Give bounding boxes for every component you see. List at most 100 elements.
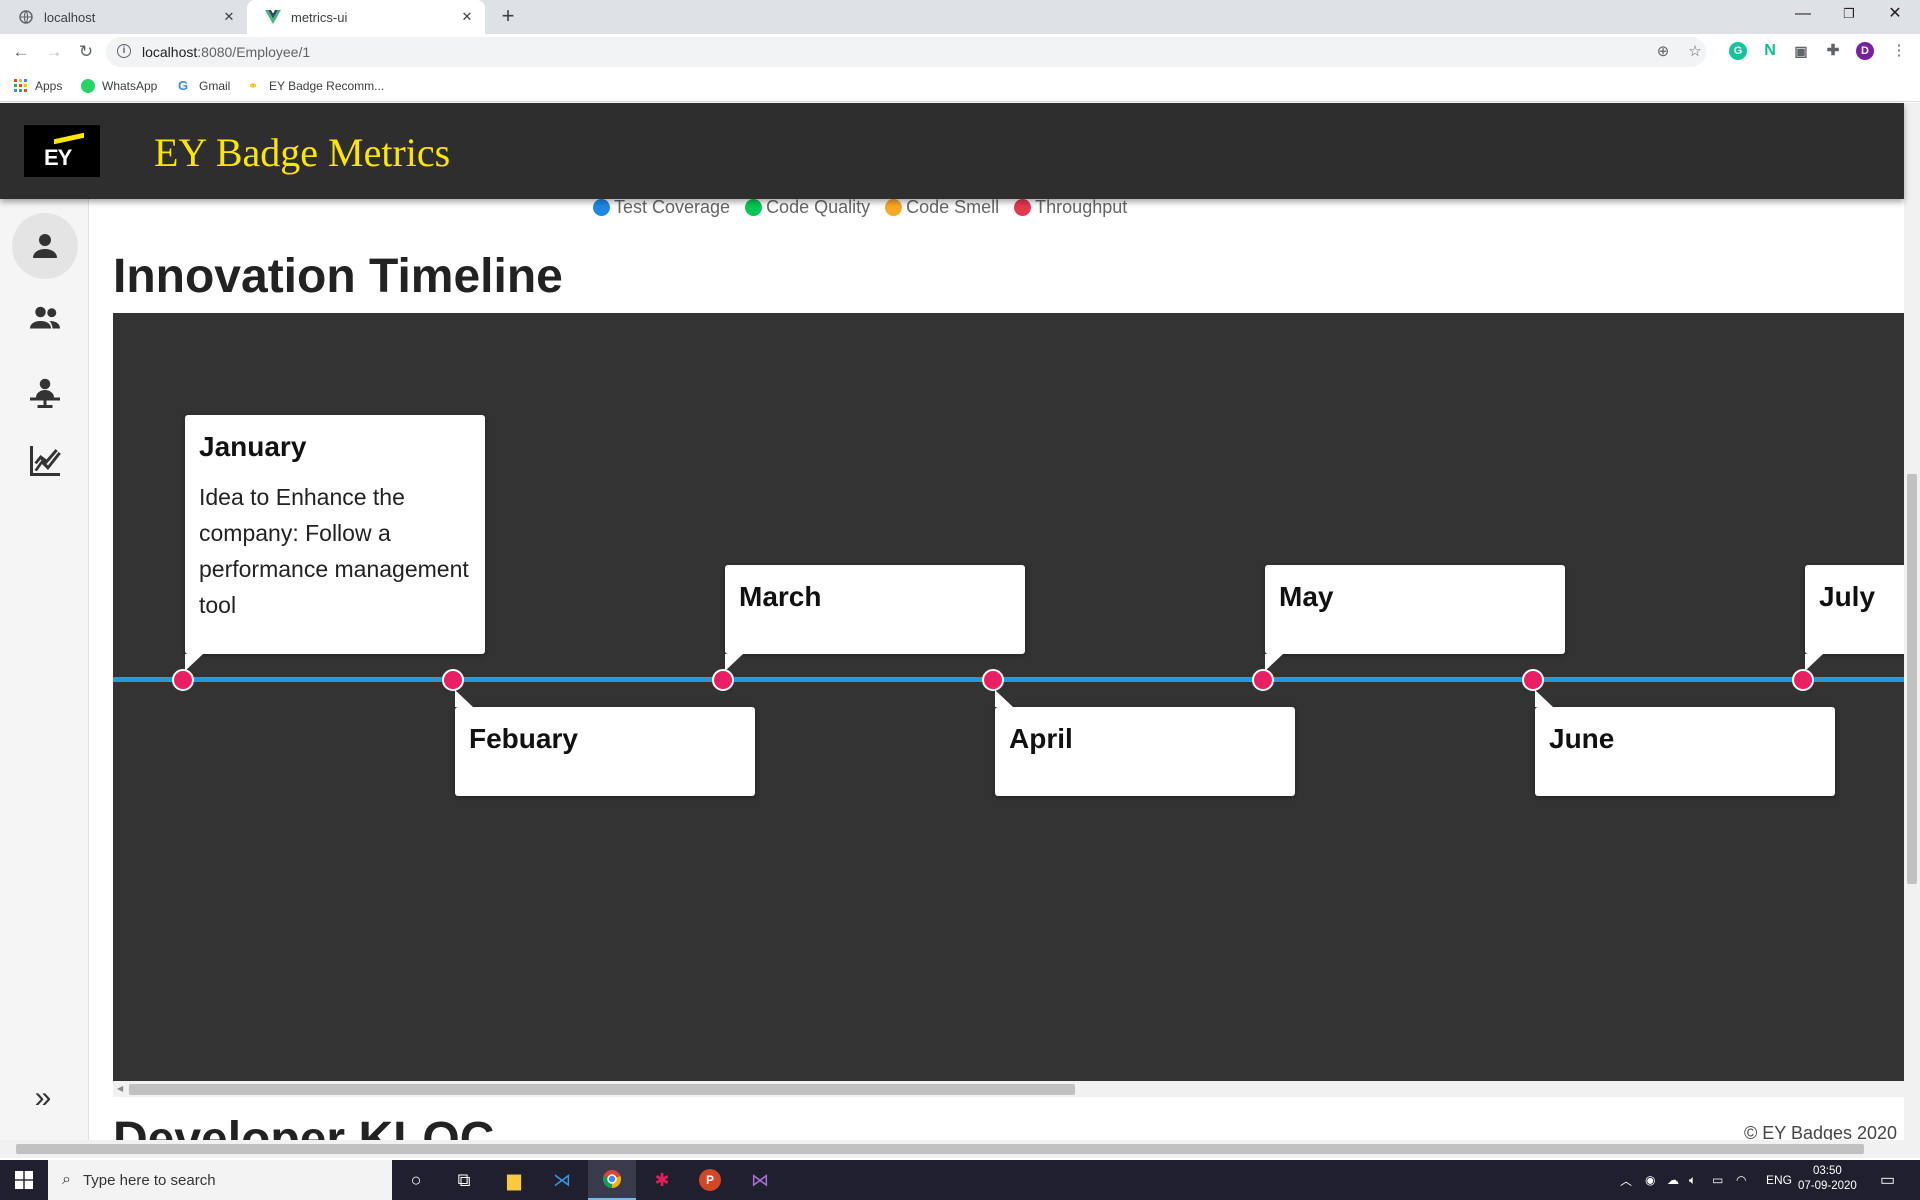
visual-studio-icon[interactable]: ⋈: [736, 1160, 784, 1200]
menu-kebab-icon[interactable]: ⋮: [1890, 42, 1908, 60]
timeline-line: [113, 677, 1904, 682]
info-icon[interactable]: i: [117, 44, 131, 58]
timeline-dot[interactable]: [712, 669, 734, 691]
chrome-icon[interactable]: [588, 1160, 636, 1200]
extension-icon[interactable]: ▣: [1792, 42, 1810, 60]
scroll-left-icon[interactable]: ◀: [117, 1084, 123, 1093]
scrollbar-thumb[interactable]: [1907, 474, 1917, 884]
powerpoint-icon[interactable]: P: [686, 1160, 734, 1200]
timeline-card-june[interactable]: June: [1535, 690, 1835, 796]
taskbar-clock[interactable]: 03:50 07-09-2020: [1798, 1164, 1857, 1194]
language-indicator[interactable]: ENG: [1766, 1160, 1792, 1200]
timeline-dot[interactable]: [1252, 669, 1274, 691]
sidebar-item-metrics[interactable]: [12, 428, 78, 494]
scrollbar-thumb[interactable]: [129, 1084, 1075, 1095]
forward-icon[interactable]: →: [42, 40, 66, 64]
bookmarks-bar: Apps WhatsApp G Gmail ⚭ EY Badge Recomm.…: [0, 70, 1920, 102]
ey-logo[interactable]: EY: [24, 125, 100, 177]
bookmark-gmail[interactable]: G Gmail: [178, 77, 230, 95]
address-bar[interactable]: i localhost:8080/Employee/1 ⊕ ☆: [106, 37, 1706, 67]
vue-logo-icon: [265, 9, 281, 25]
legend-item[interactable]: Throughput: [1014, 199, 1127, 218]
timeline-description: Idea to Enhance the company: Follow a pe…: [199, 484, 469, 618]
app-title: EY Badge Metrics: [154, 130, 451, 175]
taskbar-search-box[interactable]: ⌕ Type here to search: [48, 1160, 392, 1200]
vscode-icon[interactable]: ⋊: [538, 1160, 586, 1200]
sidebar-item-presenter[interactable]: [12, 360, 78, 426]
legend-item[interactable]: Code Quality: [745, 199, 870, 218]
search-icon: ⌕: [62, 1171, 71, 1188]
link-icon: ⚭: [248, 79, 259, 93]
tray-chevron-icon[interactable]: ︿: [1620, 1160, 1632, 1200]
close-window-button[interactable]: ✕: [1872, 0, 1918, 30]
extension-n-icon[interactable]: N: [1761, 42, 1779, 60]
profile-avatar[interactable]: D: [1856, 42, 1874, 60]
timeline-card-may[interactable]: May: [1265, 565, 1565, 671]
file-explorer-icon[interactable]: ▆: [490, 1160, 538, 1200]
timeline-dot[interactable]: [442, 669, 464, 691]
timeline-card-march[interactable]: March: [725, 565, 1025, 671]
url-text[interactable]: localhost:8080/Employee/1: [142, 44, 310, 60]
restore-button[interactable]: ❐: [1826, 0, 1872, 30]
timeline-month: January: [199, 431, 307, 462]
logo-text: EY: [44, 145, 72, 170]
puzzle-extensions-icon[interactable]: ✚: [1824, 42, 1842, 60]
timeline-card-february[interactable]: Febuary: [455, 690, 755, 796]
timeline-card-january[interactable]: January Idea to Enhance the company: Fol…: [185, 415, 485, 671]
tray-app-icon[interactable]: ◉: [1645, 1160, 1655, 1200]
timeline-horizontal-scrollbar[interactable]: ◀: [113, 1081, 1904, 1097]
chart-legend: Test Coverage Code Quality Code Smell Th…: [593, 199, 1142, 218]
sidebar: »: [0, 199, 89, 1140]
sidebar-item-profile[interactable]: [12, 213, 78, 279]
scrollbar-thumb[interactable]: [16, 1144, 1864, 1154]
zoom-icon[interactable]: ⊕: [1654, 43, 1672, 61]
reload-icon[interactable]: ↻: [74, 40, 98, 64]
bookmark-whatsapp[interactable]: WhatsApp: [81, 77, 157, 95]
sidebar-item-team[interactable]: [12, 285, 78, 351]
legend-item[interactable]: Test Coverage: [593, 199, 730, 218]
bookmark-ey-badge[interactable]: ⚭ EY Badge Recomm...: [248, 77, 384, 95]
minimize-button[interactable]: —: [1780, 0, 1826, 30]
onedrive-icon[interactable]: ☁: [1667, 1160, 1679, 1200]
timeline-month: March: [739, 581, 822, 612]
globe-icon: [18, 9, 34, 25]
browser-tab-active[interactable]: metrics-ui ✕: [247, 0, 485, 34]
timeline-dot[interactable]: [1792, 669, 1814, 691]
expand-sidebar-icon[interactable]: »: [26, 1083, 60, 1114]
section-title: Innovation Timeline: [113, 250, 563, 303]
close-tab-icon[interactable]: ✕: [221, 9, 237, 25]
volume-icon[interactable]: 🔈︎: [1689, 1160, 1696, 1200]
new-tab-button[interactable]: +: [496, 5, 520, 29]
browser-tab[interactable]: localhost ✕: [0, 0, 247, 34]
cortana-icon[interactable]: ○: [392, 1160, 440, 1200]
main-content: Test Coverage Code Quality Code Smell Th…: [89, 199, 1904, 1140]
timeline-month: Febuary: [469, 723, 578, 754]
task-view-icon[interactable]: ⧉: [440, 1160, 488, 1200]
search-placeholder: Type here to search: [82, 1171, 216, 1189]
page-horizontal-scrollbar[interactable]: [0, 1140, 1920, 1158]
slack-icon[interactable]: ✱: [638, 1160, 686, 1200]
legend-item[interactable]: Code Smell: [885, 199, 999, 218]
notifications-icon[interactable]: ▭: [1880, 1160, 1895, 1200]
battery-icon[interactable]: ▭: [1712, 1160, 1723, 1200]
close-tab-icon[interactable]: ✕: [459, 9, 475, 25]
legend-dot: [745, 199, 763, 216]
bookmark-apps[interactable]: Apps: [14, 77, 62, 95]
page-vertical-scrollbar[interactable]: [1904, 103, 1920, 1140]
legend-dot: [593, 199, 610, 216]
bookmark-star-icon[interactable]: ☆: [1686, 43, 1704, 61]
timeline-dot[interactable]: [982, 669, 1004, 691]
grammarly-extension-icon[interactable]: G: [1729, 42, 1747, 60]
timeline-dot[interactable]: [1522, 669, 1544, 691]
google-icon: G: [178, 78, 189, 93]
clock-time: 03:50: [1813, 1165, 1842, 1177]
back-icon[interactable]: ←: [9, 40, 33, 64]
windows-start-icon[interactable]: [0, 1160, 48, 1200]
clock-date: 07-09-2020: [1798, 1180, 1857, 1192]
wifi-icon[interactable]: ◠: [1736, 1160, 1746, 1200]
timeline-card-april[interactable]: April: [995, 690, 1295, 796]
timeline-dot[interactable]: [172, 669, 194, 691]
legend-dot: [885, 199, 903, 216]
timeline-card-july[interactable]: July: [1805, 565, 1904, 671]
timeline-panel[interactable]: January Idea to Enhance the company: Fol…: [113, 313, 1904, 1081]
